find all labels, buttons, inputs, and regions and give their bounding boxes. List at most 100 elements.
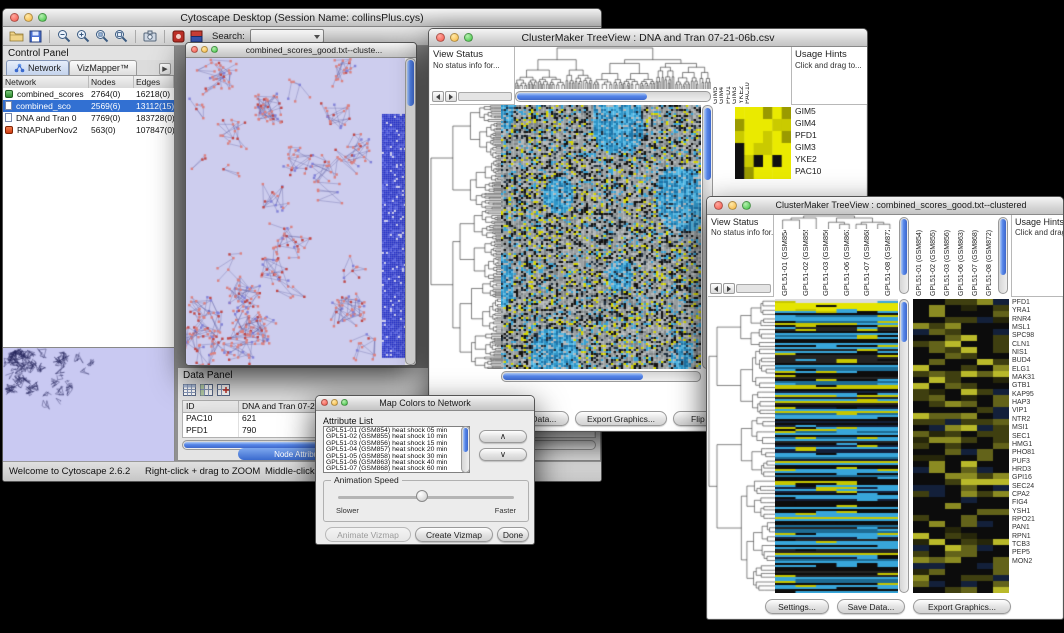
minimize-button[interactable] — [450, 33, 459, 42]
nav-scrollbar[interactable] — [458, 92, 512, 101]
column-header-network[interactable]: Network — [3, 76, 89, 88]
network-table-row[interactable]: RNAPuberNov2 563(0) 107847(0) — [3, 124, 174, 136]
column-label: GIM4 — [719, 47, 725, 104]
network-vscrollbar[interactable] — [405, 58, 416, 365]
view-status-panel: View Status No status info for... — [430, 47, 515, 105]
tab-network-label: Network — [28, 63, 61, 73]
scrollbar-thumb[interactable] — [503, 373, 643, 380]
top-vscrollbar[interactable] — [899, 217, 909, 294]
row-dendrogram-canvas[interactable] — [430, 105, 501, 369]
gene-label: PUF3 — [1012, 458, 1062, 466]
minimize-button[interactable] — [24, 13, 33, 22]
minimize-button[interactable] — [331, 399, 338, 406]
heatmap-hscrollbar[interactable] — [501, 371, 701, 382]
done-button[interactable]: Done — [497, 527, 529, 542]
move-down-button[interactable]: ∨ — [479, 448, 527, 461]
row-dendrogram-canvas[interactable] — [708, 299, 775, 593]
zoom-selected-icon[interactable] — [95, 28, 109, 44]
column-dendrogram-canvas[interactable] — [515, 47, 711, 89]
attribute-list-item[interactable]: GPL51-07 (GSM868) heat shock 60 min — [326, 466, 467, 472]
close-button[interactable] — [714, 201, 723, 210]
gene-label: PHO81 — [1012, 449, 1062, 457]
network-view-titlebar[interactable]: combined_scores_good.txt--cluste... — [186, 43, 416, 58]
nav-right-button[interactable] — [723, 283, 735, 294]
column-header-edges[interactable]: Edges — [134, 76, 174, 88]
close-button[interactable] — [191, 46, 198, 53]
close-button[interactable] — [436, 33, 445, 42]
search-input[interactable] — [250, 29, 324, 43]
attribute-listbox[interactable]: GPL51-01 (GSM854) heat shock 05 minGPL51… — [323, 426, 470, 473]
column-dendrogram-canvas[interactable] — [775, 215, 898, 229]
close-button[interactable] — [10, 13, 19, 22]
nav-scrollbar[interactable] — [736, 284, 771, 293]
zoom-heatmap-canvas[interactable] — [735, 107, 791, 179]
listbox-vscrollbar[interactable] — [461, 426, 470, 473]
column-header-id[interactable]: ID — [183, 401, 239, 412]
usage-hints-text: Click and drag to... — [792, 60, 868, 71]
minimize-button[interactable] — [728, 201, 737, 210]
network-name-cell: combined_scores — [3, 89, 89, 99]
column-label: PAC10 — [745, 47, 751, 104]
column-label: GPL51-06 (GSM863) — [837, 230, 858, 296]
treeview-dna-titlebar[interactable]: ClusterMaker TreeView : DNA and Tran 07-… — [429, 29, 867, 47]
export-graphics-button[interactable]: Export Graphics... — [575, 411, 667, 426]
settings-button[interactable]: Settings... — [765, 599, 829, 614]
scrollbar-thumb[interactable] — [463, 428, 468, 452]
view-status-text: No status info for... — [708, 227, 773, 238]
scrollbar-thumb[interactable] — [704, 108, 711, 180]
network-graph-canvas[interactable] — [186, 58, 405, 365]
network-edges-cell: 13112(15) — [134, 101, 174, 111]
network-table-row[interactable]: DNA and Tran 0 7769(0) 183728(0) — [3, 112, 174, 124]
vizmapper-icon[interactable] — [172, 28, 185, 44]
speed-slider-thumb[interactable] — [416, 490, 428, 502]
heatmap-canvas[interactable] — [775, 299, 898, 593]
tab-vizmapper[interactable]: VizMapper™ — [69, 60, 137, 75]
attribute-table-icon[interactable] — [183, 383, 196, 401]
zoom-button[interactable] — [38, 13, 47, 22]
dialog-titlebar[interactable]: Map Colors to Network — [316, 396, 534, 411]
right-arrow-icon — [727, 286, 731, 292]
select-attributes-icon[interactable] — [200, 383, 213, 401]
tab-network[interactable]: Network — [6, 60, 69, 75]
open-folder-icon[interactable] — [9, 28, 24, 44]
heatmap-canvas[interactable] — [501, 105, 701, 369]
scrollbar-thumb[interactable] — [1000, 219, 1006, 275]
tab-overflow-button[interactable]: ▶ — [159, 63, 171, 75]
create-attribute-icon[interactable] — [217, 383, 230, 401]
close-button[interactable] — [321, 399, 328, 406]
main-titlebar[interactable]: Cytoscape Desktop (Session Name: collins… — [3, 9, 601, 27]
zoom-button[interactable] — [211, 46, 218, 53]
main-window-title: Cytoscape Desktop (Session Name: collins… — [63, 12, 541, 24]
save-data-button[interactable]: Save Data... — [837, 599, 905, 614]
create-vizmap-button[interactable]: Create Vizmap — [415, 527, 493, 542]
zoom-heatmap-canvas[interactable] — [913, 299, 1009, 593]
birdseye-view-canvas[interactable] — [3, 347, 174, 461]
zoom-fit-icon[interactable] — [114, 28, 128, 44]
snapshot-icon[interactable] — [143, 28, 157, 44]
scrollbar-thumb[interactable] — [407, 60, 414, 106]
scrollbar-thumb[interactable] — [901, 302, 907, 342]
zoom-out-icon[interactable] — [57, 28, 71, 44]
gene-label: PFD1 — [1012, 299, 1062, 307]
network-table-row[interactable]: combined_sco 2569(6) 13112(15) — [3, 100, 174, 112]
column-label: GPL51-03 (GSM856) — [816, 230, 837, 296]
animate-vizmap-button[interactable]: Animate Vizmap — [325, 527, 411, 542]
column-header-nodes[interactable]: Nodes — [89, 76, 134, 88]
minimize-button[interactable] — [201, 46, 208, 53]
gene-label: CLN1 — [1012, 341, 1062, 349]
nav-left-button[interactable] — [710, 283, 722, 294]
nav-left-button[interactable] — [432, 91, 444, 102]
network-table-row[interactable]: combined_scores 2764(0) 16218(0) — [3, 88, 174, 100]
column-hscrollbar[interactable] — [515, 91, 711, 102]
top-vscrollbar-2[interactable] — [998, 217, 1008, 294]
move-up-button[interactable]: ∧ — [479, 430, 527, 443]
heatmap-vscrollbar[interactable] — [899, 299, 909, 593]
nav-right-button[interactable] — [445, 91, 457, 102]
scrollbar-thumb[interactable] — [517, 93, 647, 100]
treeview-combined-titlebar[interactable]: ClusterMaker TreeView : combined_scores_… — [707, 197, 1063, 215]
scrollbar-thumb[interactable] — [901, 219, 907, 275]
save-icon[interactable] — [29, 28, 42, 44]
zoom-button[interactable] — [464, 33, 473, 42]
zoom-in-icon[interactable] — [76, 28, 90, 44]
export-graphics-button[interactable]: Export Graphics... — [913, 599, 1011, 614]
